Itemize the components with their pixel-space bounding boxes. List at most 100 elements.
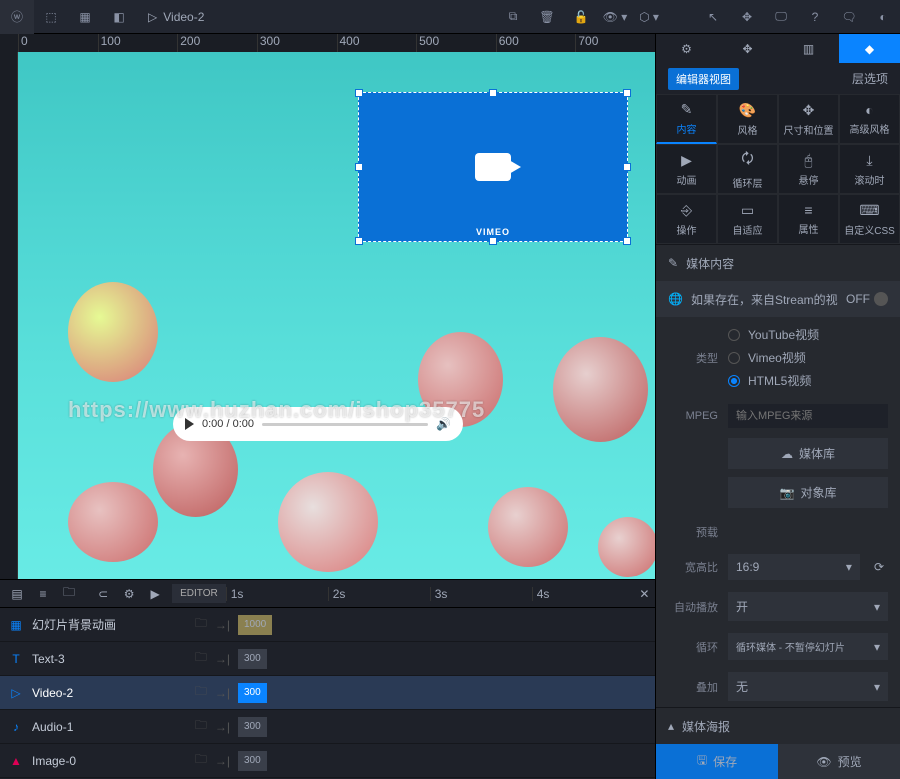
display-icon[interactable]: 🖵 — [764, 0, 798, 34]
overlay-select[interactable]: 无▾ — [728, 672, 888, 701]
loop-select[interactable]: 循环媒体 - 不暂停幻灯片▾ — [728, 633, 888, 660]
play-icon[interactable]: ▶ — [144, 583, 166, 605]
editor-label: EDITOR — [172, 584, 226, 603]
timeline-row[interactable]: ▷Video-2🗀→|300 — [0, 676, 655, 710]
stream-toggle-row[interactable]: 🌐 如果存在，来自Stream的视 OFF — [656, 281, 900, 317]
timeline-row[interactable]: T Text-3 🗀 →| 300 — [0, 642, 655, 676]
radio-option[interactable]: YouTube视频 — [728, 323, 888, 346]
magnet-icon[interactable]: ⊂ — [92, 583, 114, 605]
wordpress-icon[interactable]: ⓦ — [0, 0, 34, 34]
video-camera-icon — [475, 153, 511, 181]
refresh-icon[interactable]: ⟳ — [870, 560, 888, 574]
layer-name: 幻灯片背景动画 — [32, 616, 187, 633]
media-content-section[interactable]: ✎媒体内容 — [656, 245, 900, 281]
list-icon[interactable]: ≡ — [32, 583, 54, 605]
radio-option[interactable]: Vimeo视频 — [728, 346, 888, 369]
balloon-image — [598, 517, 655, 577]
layer-type-icon: T — [8, 652, 24, 666]
folder-icon[interactable]: 🗀 — [195, 614, 207, 635]
folder-icon[interactable]: 🗀 — [195, 682, 207, 703]
top-toolbar: ⓦ ⬚ ▦ ◧ ▷ Video-2 ⧉ 🗑 🔓 👁 ▾ ⬡ ▾ ↖ ✥ 🖵 ? … — [0, 0, 900, 34]
tab-move[interactable]: ✥ — [717, 34, 778, 63]
collapse-icon[interactable]: →| — [215, 686, 230, 700]
move-icon[interactable]: ✥ — [730, 0, 764, 34]
tab-columns[interactable]: ▥ — [778, 34, 839, 63]
right-panel: ⚙ ✥ ▥ ◆ 编辑器视图 层选项 ✎内容🎨风格✥尺寸和位置◐高级风格 ▶动画🗘循… — [655, 34, 900, 779]
radio-icon — [728, 375, 740, 387]
radio-icon — [728, 352, 740, 364]
octagon-icon[interactable]: ⬡ ▾ — [632, 0, 666, 34]
collapse-icon[interactable]: →| — [215, 720, 230, 734]
timeline-bar[interactable]: 1000 — [238, 615, 272, 635]
collapse-icon[interactable]: →| — [215, 652, 230, 666]
grid-cell-属性[interactable]: ≡属性 — [778, 194, 839, 244]
grid-cell-高级风格[interactable]: ◐高级风格 — [839, 94, 900, 144]
layer-options-link[interactable]: 层选项 — [852, 70, 888, 87]
preview-button[interactable]: 👁预览 — [778, 744, 900, 779]
layer-name: Audio-1 — [32, 720, 187, 734]
tab-settings[interactable]: ⚙ — [656, 34, 717, 63]
timeline-bar[interactable]: 300 — [238, 717, 267, 737]
video-tab[interactable]: ▷ Video-2 — [136, 10, 216, 24]
object-library-button[interactable]: 📷对象库 — [728, 477, 888, 508]
player-seek[interactable] — [262, 423, 428, 426]
toggle-switch[interactable] — [874, 292, 888, 306]
pointer-icon[interactable]: ↖ — [696, 0, 730, 34]
contrast-icon[interactable]: ◐ — [866, 0, 900, 34]
layer-type-icon: ▲ — [8, 754, 24, 768]
grid-cell-自适应[interactable]: ▭自适应 — [717, 194, 778, 244]
grid-cell-风格[interactable]: 🎨风格 — [717, 94, 778, 144]
timeline-row[interactable]: ▦幻灯片背景动画🗀→|1000 — [0, 608, 655, 642]
grid-cell-操作[interactable]: ⎆操作 — [656, 194, 717, 244]
autoplay-select[interactable]: 开▾ — [728, 592, 888, 621]
grid-cell-动画[interactable]: ▶动画 — [656, 144, 717, 194]
tab-layers[interactable]: ◆ — [839, 34, 900, 63]
grid-cell-尺寸和位置[interactable]: ✥尺寸和位置 — [778, 94, 839, 144]
folder-icon[interactable]: 🗀 — [195, 648, 207, 669]
timeline-bar[interactable]: 300 — [238, 649, 267, 669]
grid-cell-滚动时[interactable]: ⤓滚动时 — [839, 144, 900, 194]
grid-cell-悬停[interactable]: 🖰悬停 — [778, 144, 839, 194]
audio-player[interactable]: 0:00 / 0:00 🔊 — [173, 407, 463, 441]
tab-title: Video-2 — [163, 10, 204, 24]
mpeg-input[interactable] — [728, 404, 888, 428]
help-icon[interactable]: ? — [798, 0, 832, 34]
volume-icon[interactable]: 🔊 — [436, 417, 451, 431]
timeline-row[interactable]: ▲Image-0🗀→|300 — [0, 744, 655, 778]
lock-icon[interactable]: 🔓 — [564, 0, 598, 34]
collapse-icon[interactable]: →| — [215, 754, 230, 768]
layers-icon[interactable]: ▤ — [6, 583, 28, 605]
selected-video-layer[interactable]: VIMEO — [358, 92, 628, 242]
close-timeline[interactable]: ✕ — [634, 587, 655, 601]
editor-view-badge[interactable]: 编辑器视图 — [668, 68, 739, 90]
chat-icon[interactable]: 🗨 — [832, 0, 866, 34]
collapse-icon[interactable]: →| — [215, 618, 230, 632]
folder-icon[interactable]: 🗀 — [195, 716, 207, 737]
radio-option[interactable]: HTML5视频 — [728, 369, 888, 392]
timeline-bar[interactable]: 300 — [238, 751, 267, 771]
delete-icon[interactable]: 🗑 — [530, 0, 564, 34]
back-icon[interactable]: ⬚ — [34, 0, 68, 34]
timeline-bar[interactable]: 300 — [238, 683, 267, 703]
aspect-select[interactable]: 16:9▾ — [728, 554, 860, 580]
balloon-image — [278, 472, 378, 572]
timeline-row[interactable]: ♪Audio-1🗀→|300 — [0, 710, 655, 744]
folder-icon[interactable]: 🗀 — [195, 750, 207, 771]
layer-name: Text-3 — [32, 652, 187, 666]
save-button[interactable]: 🖫保存 — [656, 744, 778, 779]
gear-icon[interactable]: ⚙ — [118, 583, 140, 605]
timeline: ▤ ≡ 🗀 ⊂ ⚙ ▶ EDITOR 1s2s3s4s ✕ ▦幻灯片背景动画🗀→… — [0, 579, 655, 779]
media-library-button[interactable]: ☁媒体库 — [728, 438, 888, 469]
grid-cell-内容[interactable]: ✎内容 — [656, 94, 717, 144]
folder-icon[interactable]: 🗀 — [58, 583, 80, 605]
grid-icon[interactable]: ▦ — [68, 0, 102, 34]
radio-icon — [728, 329, 740, 341]
copy-icon[interactable]: ⧉ — [496, 0, 530, 34]
canvas[interactable]: https://www.huzhan.com/ishop35775 VIMEO … — [18, 52, 655, 579]
play-icon[interactable] — [185, 418, 194, 430]
visibility-icon[interactable]: 👁 ▾ — [598, 0, 632, 34]
media-poster-section[interactable]: ▴媒体海报 — [656, 708, 900, 744]
grid-cell-循环层[interactable]: 🗘循环层 — [717, 144, 778, 194]
panel-icon[interactable]: ◧ — [102, 0, 136, 34]
grid-cell-自定义CSS[interactable]: ⌨自定义CSS — [839, 194, 900, 244]
